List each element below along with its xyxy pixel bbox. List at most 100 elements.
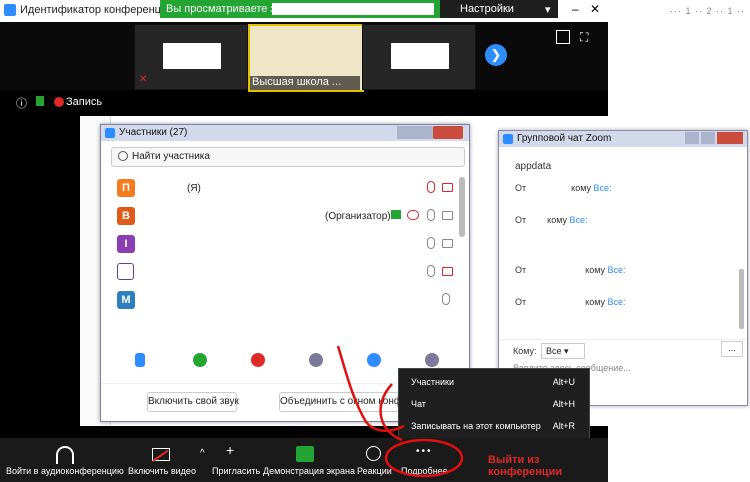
gallery-view-icon[interactable] xyxy=(556,30,570,44)
mic-icon xyxy=(427,209,435,221)
chat-message: От кому Все: xyxy=(515,183,612,193)
avatar: П xyxy=(117,179,135,197)
headphones-icon xyxy=(56,446,74,464)
mic-icon xyxy=(427,265,435,277)
merge-window-button[interactable]: Объединить с окном конфере xyxy=(279,392,399,412)
participant-search-input[interactable]: Найти участника xyxy=(111,147,465,167)
participant-name: (Я) xyxy=(187,183,201,194)
mic-icon xyxy=(442,293,450,305)
share-screen-icon xyxy=(296,446,314,462)
participant-row[interactable]: П (Я) xyxy=(101,175,459,203)
document-ruler: ··· 1 ·· 2 ·· 1 ·· xyxy=(670,6,745,16)
camera-icon xyxy=(442,211,453,220)
camera-icon xyxy=(442,239,453,248)
close-icon[interactable]: ✕ xyxy=(590,2,600,16)
search-icon xyxy=(118,151,128,161)
minimize-icon[interactable] xyxy=(397,126,415,139)
status-row: ⓘ Запись xyxy=(0,92,608,112)
chat-titlebar: Групповой чат Zoom xyxy=(499,131,747,147)
zoom-app-icon xyxy=(105,128,115,138)
thumbnail-name-box xyxy=(391,43,449,69)
meeting-toolbar: Войти в аудиоконференцию Включить видео … xyxy=(0,438,608,482)
chat-panel: Групповой чат Zoom appdata От кому Все: … xyxy=(498,130,748,406)
video-thumbnail-strip: ✕ Высшая школа ... ❯ ⛶ xyxy=(0,22,608,92)
zoom-app-icon xyxy=(4,4,16,16)
slower-icon[interactable] xyxy=(309,353,323,367)
leave-meeting-button[interactable]: Выйти из конференции xyxy=(488,454,608,478)
avatar: В xyxy=(117,207,135,225)
fullscreen-icon[interactable]: ⛶ xyxy=(580,30,588,45)
menu-item-participants[interactable]: Участники Alt+U xyxy=(411,377,581,387)
avatar: М xyxy=(117,291,135,309)
menu-item-record[interactable]: Записывать на этот компьютер Alt+R xyxy=(411,421,581,431)
video-thumbnail-2[interactable]: Высшая школа ... xyxy=(248,24,364,92)
participant-row[interactable]: I xyxy=(101,231,459,259)
chat-scrollbar[interactable] xyxy=(739,269,744,329)
maximize-icon[interactable] xyxy=(415,126,433,139)
screen-share-icon xyxy=(391,210,401,219)
menu-item-chat[interactable]: Чат Alt+H xyxy=(411,399,581,409)
recipient-label: Кому: xyxy=(513,346,537,356)
avatar: I xyxy=(117,235,135,253)
chat-message: От кому Все: xyxy=(515,297,626,307)
avatar xyxy=(117,263,134,280)
chat-more-button[interactable]: ... xyxy=(721,341,743,357)
lock-icon[interactable] xyxy=(36,96,44,106)
participant-row[interactable]: В (Организатор) xyxy=(101,203,459,231)
faster-icon[interactable] xyxy=(367,353,381,367)
unmute-button[interactable]: Включить свой звук xyxy=(147,392,239,412)
view-settings-button[interactable]: Настройки просмотра ▾ xyxy=(440,0,558,27)
maximize-icon[interactable] xyxy=(701,132,715,144)
share-banner-name-box xyxy=(272,3,434,15)
recording-label: Запись xyxy=(66,96,103,108)
chat-message: От кому Все: xyxy=(515,215,588,225)
minimize-icon[interactable]: – xyxy=(572,2,579,16)
mic-muted-icon xyxy=(427,181,435,193)
chevron-down-icon: ▾ xyxy=(545,4,551,16)
no-icon[interactable] xyxy=(251,353,265,367)
camera-off-icon xyxy=(442,183,453,192)
zoom-app-icon xyxy=(503,134,513,144)
chat-message: appdata xyxy=(515,161,552,172)
more-dots-icon: ••• xyxy=(416,446,433,457)
mic-muted-icon: ✕ xyxy=(139,74,148,85)
participant-row[interactable]: М xyxy=(101,287,459,315)
close-icon[interactable] xyxy=(717,132,743,144)
more-reactions-icon[interactable] xyxy=(425,353,439,367)
thumbnail-name-box xyxy=(163,43,221,69)
participant-row[interactable] xyxy=(101,259,459,287)
more-button[interactable]: Подробнее xyxy=(401,466,448,476)
video-thumbnail-3[interactable] xyxy=(362,24,476,90)
chat-title: Групповой чат Zoom xyxy=(517,133,612,144)
start-video-button[interactable]: Включить видео xyxy=(128,466,196,476)
reactions-button[interactable]: Реакции xyxy=(357,466,392,476)
smile-icon xyxy=(366,446,381,461)
minimize-icon[interactable] xyxy=(685,132,699,144)
info-icon[interactable]: ⓘ xyxy=(16,95,27,111)
search-placeholder: Найти участника xyxy=(132,151,210,162)
share-banner: Вы просматриваете экран xyxy=(160,0,440,18)
video-thumbnail-1[interactable]: ✕ xyxy=(134,24,248,90)
participants-title: Участники (27) xyxy=(119,127,188,138)
recipient-select[interactable]: Все ▾ xyxy=(541,343,585,359)
mic-icon xyxy=(427,237,435,249)
join-audio-button[interactable]: Войти в аудиоконференцию xyxy=(6,466,124,476)
recording-cloud-icon xyxy=(407,210,419,220)
camera-off-icon xyxy=(442,267,453,276)
add-user-icon: + xyxy=(226,442,235,458)
participants-titlebar: Участники (27) xyxy=(101,125,469,141)
chevron-up-icon[interactable]: ^ xyxy=(200,448,205,459)
chat-recipient-row: Кому: Все ▾ xyxy=(499,339,747,360)
more-menu: Участники Alt+U Чат Alt+H Записывать на эт… xyxy=(398,368,590,442)
share-screen-button[interactable]: Демонстрация экрана xyxy=(263,466,355,476)
next-page-button[interactable]: ❯ xyxy=(485,44,507,66)
recording-icon xyxy=(54,97,64,107)
thumbnail-name: Высшая школа ... xyxy=(250,76,360,90)
yes-icon[interactable] xyxy=(193,353,207,367)
raise-hand-icon[interactable] xyxy=(135,353,145,367)
close-icon[interactable] xyxy=(433,126,463,139)
chat-message: От кому Все: xyxy=(515,265,626,275)
participant-name: (Организатор) xyxy=(325,211,391,222)
invite-button[interactable]: Пригласить xyxy=(212,466,260,476)
participants-scrollbar[interactable] xyxy=(459,177,465,237)
